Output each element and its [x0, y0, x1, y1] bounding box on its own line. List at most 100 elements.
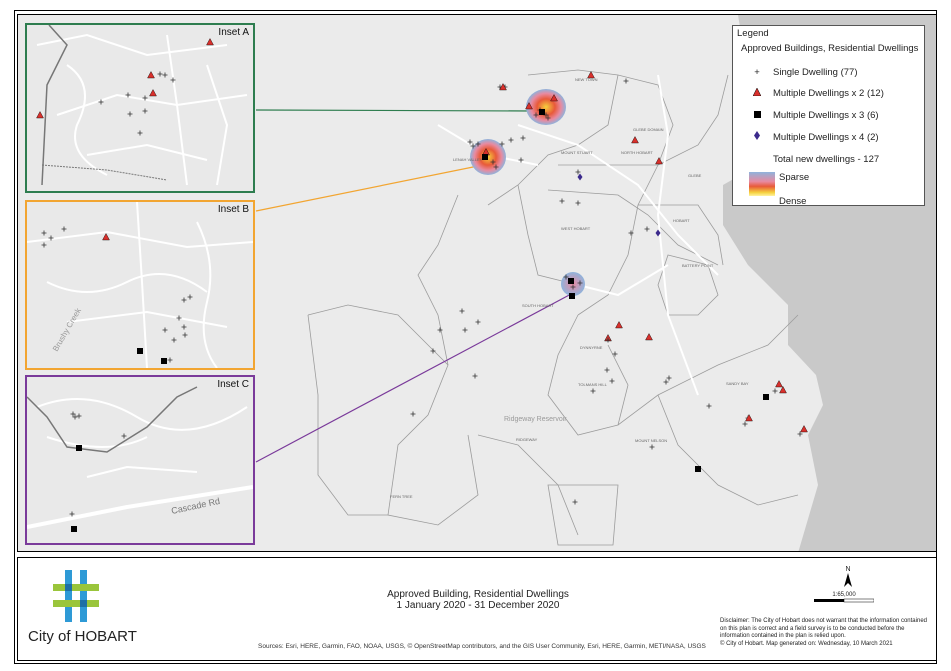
- quad-dwelling-marker[interactable]: [577, 173, 583, 181]
- legend-item-x4: Multiple Dwellings x 4 (2): [747, 130, 879, 144]
- triple-dwelling-marker[interactable]: [569, 293, 575, 299]
- triple-dwelling-marker[interactable]: [161, 358, 167, 364]
- single-dwelling-marker[interactable]: [176, 315, 182, 321]
- single-dwelling-marker[interactable]: [623, 78, 629, 84]
- inset-c-title: Inset C: [217, 379, 249, 390]
- single-dwelling-marker[interactable]: [644, 226, 650, 232]
- label-dynnyrne: DYNNYRNE: [580, 345, 603, 350]
- label-north-hobart: NORTH HOBART: [621, 150, 653, 155]
- inset-c[interactable]: Cascade Rd Inset C: [25, 375, 255, 545]
- single-dwelling-marker[interactable]: [61, 226, 67, 232]
- label-south-hobart: SOUTH HOBART: [522, 303, 554, 308]
- legend-total-label: Total new dwellings - 127: [773, 153, 880, 165]
- single-dwelling-marker[interactable]: [187, 294, 193, 300]
- legend-subtitle: Approved Buildings, Residential Dwelling…: [741, 43, 919, 54]
- disclaimer: Disclaimer: The City of Hobart does not …: [720, 618, 930, 648]
- inset-b[interactable]: Brushy Creek Inset B: [25, 200, 255, 370]
- density-ramp: [749, 172, 775, 196]
- double-dwelling-marker[interactable]: [655, 157, 663, 165]
- single-dwelling-marker[interactable]: [508, 137, 514, 143]
- triple-dwelling-marker[interactable]: [539, 109, 545, 115]
- single-dwelling-marker[interactable]: [475, 319, 481, 325]
- triple-dwelling-marker[interactable]: [76, 445, 82, 451]
- map-title-line2: 1 January 2020 - 31 December 2020: [396, 600, 560, 611]
- north-label: N: [845, 566, 851, 573]
- double-dwelling-marker[interactable]: [615, 321, 623, 329]
- single-dwelling-marker[interactable]: [459, 308, 465, 314]
- legend-label: Multiple Dwellings x 3 (6): [773, 109, 879, 121]
- triple-dwelling-marker[interactable]: [71, 526, 77, 532]
- single-dwelling-marker[interactable]: [430, 348, 436, 354]
- single-dwelling-marker[interactable]: [462, 327, 468, 333]
- north-arrow-icon: [844, 573, 852, 587]
- single-dwelling-marker[interactable]: [167, 357, 173, 363]
- double-dwelling-marker[interactable]: [800, 425, 808, 433]
- inset-b-map: Brushy Creek: [27, 202, 253, 368]
- single-dwelling-marker[interactable]: [649, 444, 655, 450]
- single-dwelling-marker[interactable]: [181, 297, 187, 303]
- inset-a[interactable]: Inset A: [25, 23, 255, 193]
- legend-item-x3: Multiple Dwellings x 3 (6): [747, 108, 879, 122]
- single-dwelling-marker[interactable]: [575, 200, 581, 206]
- triple-dwelling-marker[interactable]: [695, 466, 701, 472]
- city-logo-text: City of HOBART: [28, 628, 137, 645]
- label-glebe: GLEBE: [688, 173, 702, 178]
- single-dwelling-marker[interactable]: [520, 135, 526, 141]
- single-dwelling-marker[interactable]: [609, 378, 615, 384]
- single-dwelling-marker[interactable]: [706, 403, 712, 409]
- single-dwelling-marker[interactable]: [170, 77, 176, 83]
- single-dwelling-marker[interactable]: [121, 433, 127, 439]
- single-dwelling-marker[interactable]: [572, 499, 578, 505]
- triple-dwelling-marker[interactable]: [568, 278, 574, 284]
- legend-label: Single Dwelling (77): [773, 66, 858, 78]
- single-dwelling-marker[interactable]: [575, 169, 581, 175]
- label-ridgeway: RIDGEWAY: [516, 437, 538, 442]
- legend-total: Total new dwellings - 127: [773, 152, 879, 166]
- single-dwelling-marker[interactable]: [797, 431, 803, 437]
- inset-b-title: Inset B: [217, 204, 249, 215]
- double-dwelling-marker[interactable]: [147, 71, 155, 79]
- single-dwelling-marker[interactable]: [772, 388, 778, 394]
- single-dwelling-marker[interactable]: [162, 72, 168, 78]
- sources-text: Sources: Esri, HERE, Garmin, FAO, NOAA, …: [258, 643, 706, 650]
- triple-dwelling-marker[interactable]: [482, 154, 488, 160]
- single-dwelling-marker[interactable]: [559, 198, 565, 204]
- single-dwelling-marker[interactable]: [410, 411, 416, 417]
- double-dwelling-marker[interactable]: [645, 333, 653, 341]
- single-dwelling-marker[interactable]: [663, 379, 669, 385]
- single-dwelling-marker[interactable]: [171, 337, 177, 343]
- single-dwelling-marker[interactable]: [142, 108, 148, 114]
- triple-dwelling-marker[interactable]: [137, 348, 143, 354]
- double-dwelling-marker[interactable]: [36, 111, 44, 119]
- single-dwelling-marker[interactable]: [604, 367, 610, 373]
- double-dwelling-marker[interactable]: [206, 38, 214, 46]
- double-dwelling-marker[interactable]: [775, 380, 783, 388]
- triple-dwelling-marker[interactable]: [763, 394, 769, 400]
- single-dwelling-marker[interactable]: [742, 421, 748, 427]
- single-dwelling-marker[interactable]: [76, 413, 82, 419]
- double-dwelling-marker[interactable]: [149, 89, 157, 97]
- legend-label: Multiple Dwellings x 2 (12): [773, 87, 884, 99]
- map-frame[interactable]: NEW TOWN GLEBE DOMAIN MOUNT STUART NORTH…: [17, 14, 937, 552]
- scale-bar: 1:65,000: [814, 592, 875, 606]
- single-dwelling-marker[interactable]: [666, 375, 672, 381]
- map-title: Approved Building, Residential Dwellings…: [348, 589, 608, 611]
- single-dwelling-marker[interactable]: [41, 230, 47, 236]
- single-dwelling-marker[interactable]: [472, 373, 478, 379]
- single-dwelling-marker[interactable]: [137, 130, 143, 136]
- single-dwelling-marker[interactable]: [41, 242, 47, 248]
- square-icon: [747, 110, 767, 121]
- double-dwelling-marker[interactable]: [587, 71, 595, 79]
- double-dwelling-marker[interactable]: [779, 386, 787, 394]
- single-dwelling-marker[interactable]: [157, 71, 163, 77]
- single-dwelling-marker[interactable]: [181, 324, 187, 330]
- double-dwelling-marker[interactable]: [102, 233, 110, 241]
- inset-b-road-label: Brushy Creek: [51, 306, 84, 353]
- single-dwelling-marker[interactable]: [590, 388, 596, 394]
- double-dwelling-marker[interactable]: [631, 136, 639, 144]
- inset-a-connector: [255, 109, 534, 112]
- single-dwelling-marker[interactable]: [127, 111, 133, 117]
- single-dwelling-marker[interactable]: [182, 332, 188, 338]
- single-dwelling-marker[interactable]: [162, 327, 168, 333]
- legend: Legend Approved Buildings, Residential D…: [732, 25, 925, 207]
